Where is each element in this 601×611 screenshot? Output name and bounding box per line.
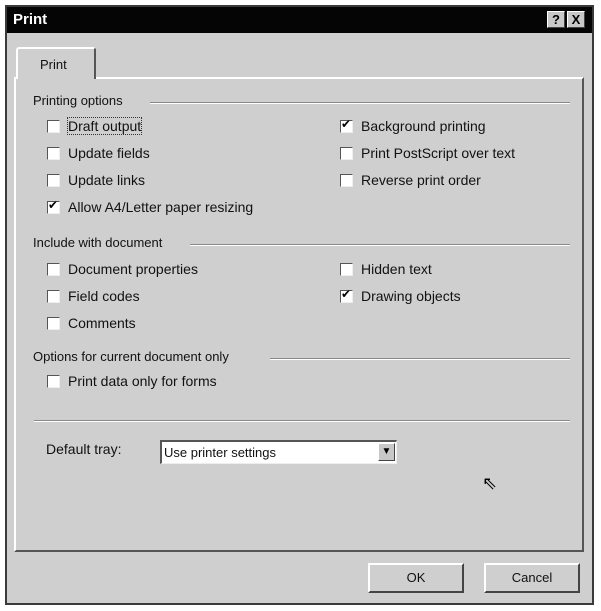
chevron-down-icon[interactable]: ▼ — [378, 443, 395, 461]
mouse-pointer-icon: ⇖ — [482, 473, 498, 493]
close-button[interactable]: X — [567, 11, 585, 28]
printing-options-heading: Printing options — [33, 93, 129, 108]
include-with-document-heading: Include with document — [33, 235, 169, 250]
field-codes-box[interactable] — [47, 289, 60, 303]
current-document-options-divider — [270, 358, 570, 360]
include-with-document-divider — [190, 244, 570, 246]
dialog-title: Print — [13, 11, 48, 28]
document-properties-checkbox[interactable]: Document properties — [47, 261, 198, 277]
update-fields-box[interactable] — [47, 146, 60, 160]
update-links-label: Update links — [68, 172, 146, 188]
cancel-button[interactable]: Cancel — [484, 563, 580, 593]
drawing-objects-box[interactable] — [340, 287, 353, 303]
print-postscript-over-text-label: Print PostScript over text — [361, 145, 516, 161]
reverse-print-order-label: Reverse print order — [361, 172, 481, 188]
print-postscript-over-text-box[interactable] — [340, 146, 353, 160]
allow-a4-letter-resizing-box[interactable] — [47, 198, 60, 214]
title-bar: Print ? X — [7, 7, 592, 33]
comments-box[interactable] — [47, 316, 60, 330]
allow-a4-letter-resizing-checkbox[interactable]: Allow A4/Letter paper resizing — [47, 198, 254, 215]
draft-output-label: Draft output — [66, 117, 143, 135]
background-printing-label: Background printing — [361, 118, 486, 134]
printing-options-divider — [150, 102, 570, 104]
help-button[interactable]: ? — [547, 11, 565, 28]
reverse-print-order-checkbox[interactable]: Reverse print order — [340, 172, 481, 188]
default-tray-dropdown[interactable]: Use printer settings ▼ — [160, 440, 397, 464]
update-links-box[interactable] — [47, 173, 60, 187]
document-properties-box[interactable] — [47, 262, 60, 276]
update-links-checkbox[interactable]: Update links — [47, 172, 145, 188]
reverse-print-order-box[interactable] — [340, 173, 353, 187]
update-fields-label: Update fields — [68, 145, 150, 161]
drawing-objects-label: Drawing objects — [361, 288, 461, 304]
default-tray-label: Default tray: — [46, 441, 122, 457]
drawing-objects-checkbox[interactable]: Drawing objects — [340, 287, 461, 304]
field-codes-label: Field codes — [68, 288, 140, 304]
allow-a4-letter-resizing-label: Allow A4/Letter paper resizing — [68, 199, 254, 215]
hidden-text-label: Hidden text — [361, 261, 432, 277]
comments-label: Comments — [68, 315, 136, 331]
draft-output-box[interactable] — [47, 119, 60, 133]
field-codes-checkbox[interactable]: Field codes — [47, 288, 140, 304]
default-tray-value: Use printer settings — [164, 445, 276, 460]
ok-button[interactable]: OK — [368, 563, 464, 593]
hidden-text-checkbox[interactable]: Hidden text — [340, 261, 432, 277]
hidden-text-box[interactable] — [340, 262, 353, 276]
print-data-only-for-forms-checkbox[interactable]: Print data only for forms — [47, 373, 217, 389]
print-data-only-for-forms-label: Print data only for forms — [68, 373, 217, 389]
print-postscript-over-text-checkbox[interactable]: Print PostScript over text — [340, 145, 515, 161]
background-printing-box[interactable] — [340, 117, 353, 133]
update-fields-checkbox[interactable]: Update fields — [47, 145, 150, 161]
print-data-only-for-forms-box[interactable] — [47, 374, 60, 388]
draft-output-checkbox[interactable]: Draft output — [47, 117, 143, 135]
background-printing-checkbox[interactable]: Background printing — [340, 117, 486, 134]
document-properties-label: Document properties — [68, 261, 198, 277]
tab-print-label: Print — [40, 57, 67, 72]
comments-checkbox[interactable]: Comments — [47, 315, 136, 331]
tab-print[interactable]: Print — [16, 47, 96, 79]
current-document-options-heading: Options for current document only — [33, 349, 235, 364]
tray-separator — [34, 420, 570, 422]
